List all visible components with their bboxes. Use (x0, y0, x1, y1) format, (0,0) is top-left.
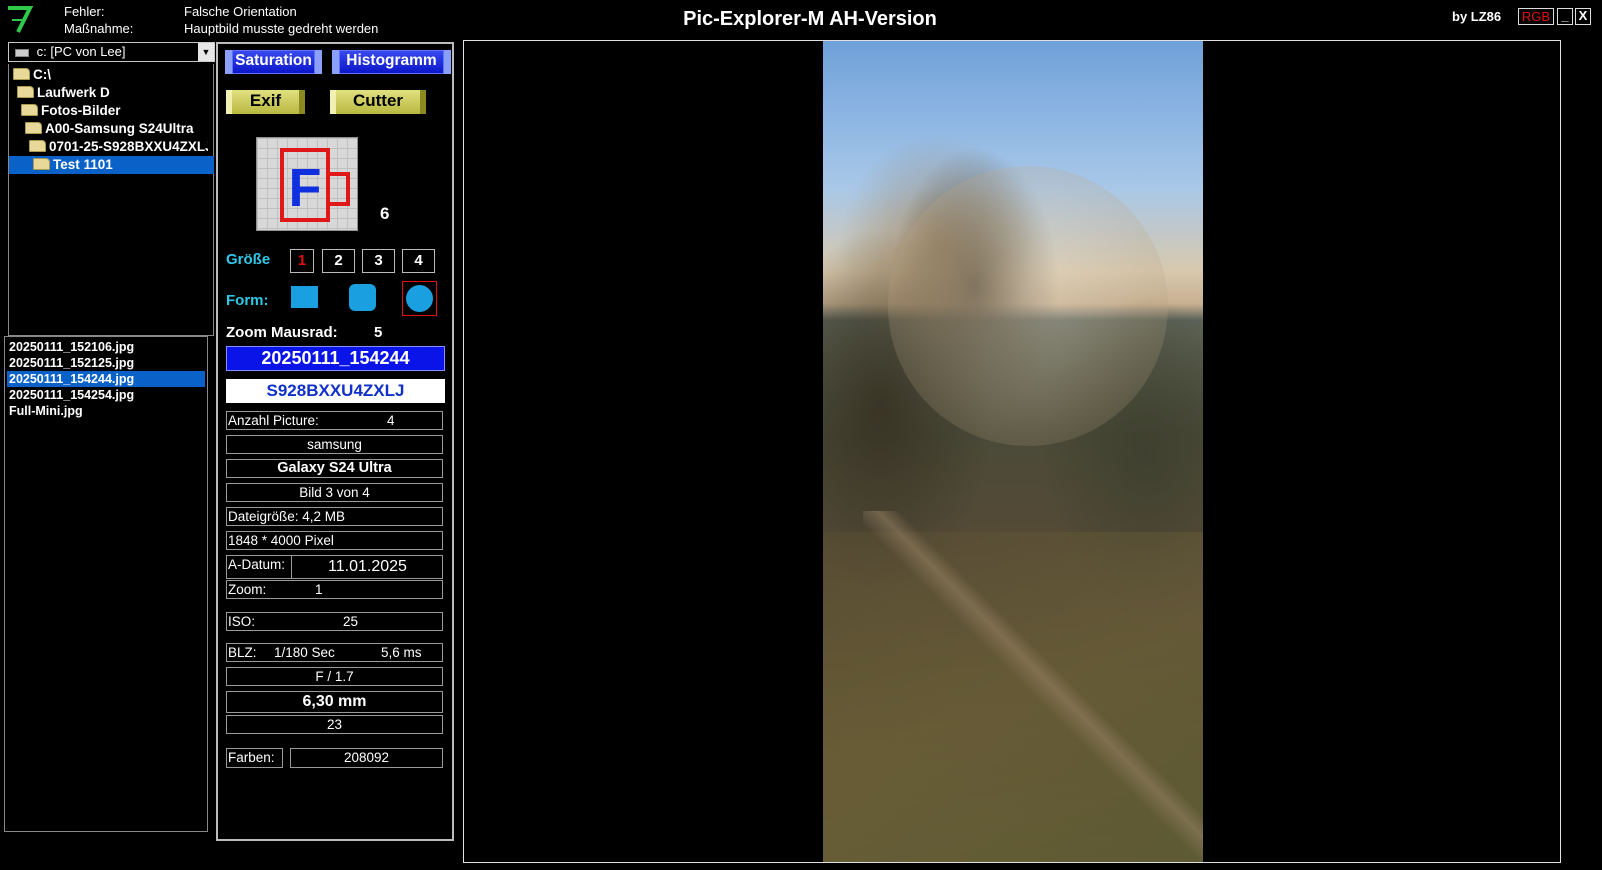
make-field: samsung (226, 435, 443, 454)
folder-item-selected[interactable]: Test 1101 (9, 156, 214, 174)
shape-square-option[interactable] (291, 286, 318, 308)
folder-icon (13, 68, 30, 80)
size-option-1[interactable]: 1 (290, 249, 314, 273)
farben-value: 208092 (290, 748, 443, 768)
adatum-label: A-Datum: (228, 557, 286, 572)
image-viewer[interactable] (463, 40, 1561, 863)
icon-count: 6 (380, 204, 390, 223)
folder-icon (33, 158, 50, 170)
folder-icon (29, 140, 46, 152)
drive-select-value: c: [PC von Lee] (36, 44, 126, 59)
error-label: Fehler: (64, 4, 105, 19)
zoom-mausrad-label: Zoom Mausrad: (226, 324, 338, 341)
blz-sec: 1/180 Sec (274, 645, 335, 660)
file-item[interactable]: 20250111_154254.jpg (7, 387, 205, 403)
file-item[interactable]: Full-Mini.jpg (7, 403, 205, 419)
rgb-button[interactable]: RGB (1518, 8, 1554, 25)
close-button[interactable]: X (1575, 8, 1591, 25)
anzahl-picture-field: Anzahl Picture: 4 (226, 411, 443, 430)
adatum-field: A-Datum: 11.01.2025 (226, 555, 443, 579)
histogramm-button[interactable]: Histogramm (332, 50, 451, 74)
minimize-button[interactable]: _ (1557, 8, 1573, 25)
blz-field: BLZ: 1/180 Sec 5,6 ms (226, 643, 443, 662)
folder-item[interactable]: A00-Samsung S24Ultra (25, 120, 208, 138)
file-item[interactable]: 20250111_152106.jpg (7, 339, 205, 355)
bild-field: Bild 3 von 4 (226, 483, 443, 502)
blz-label: BLZ: (228, 645, 257, 660)
iso-field: ISO: 25 (226, 612, 443, 631)
size-option-3[interactable]: 3 (362, 249, 395, 273)
groesse-label: Größe (226, 251, 271, 268)
iso-label: ISO: (228, 614, 256, 629)
blz-ms: 5,6 ms (381, 645, 422, 660)
iso-value: 25 (343, 614, 359, 629)
anzahl-label: Anzahl Picture: (228, 413, 319, 428)
folder-item[interactable]: Laufwerk D (17, 84, 208, 102)
magnifier-lens[interactable] (888, 166, 1168, 446)
shape-circle-option[interactable] (402, 281, 437, 316)
firmware-display: S928BXXU4ZXLJ (226, 379, 445, 403)
drive-icon (15, 48, 29, 57)
folder-icon (25, 122, 42, 134)
adatum-value: 11.01.2025 (291, 556, 443, 578)
zoom-label: Zoom: (228, 582, 267, 597)
drive-select[interactable]: c: [PC von Lee] ▼ (8, 42, 215, 62)
circle-shape-icon (406, 285, 433, 312)
folder-tree[interactable]: C:\ Laufwerk D Fotos-Bilder A00-Samsung … (8, 64, 214, 336)
file-list[interactable]: 20250111_152106.jpg 20250111_152125.jpg … (4, 336, 208, 832)
farben-label: Farben: (226, 748, 283, 768)
folder-item[interactable]: 0701-25-S928BXXU4ZXLJ (29, 138, 208, 156)
file-item-selected[interactable]: 20250111_154244.jpg (7, 371, 205, 387)
exif-button[interactable]: Exif (226, 90, 305, 114)
chevron-down-icon[interactable]: ▼ (198, 43, 214, 61)
zoom-field: Zoom: 1 (226, 580, 443, 599)
size-option-2[interactable]: 2 (322, 249, 355, 273)
form-label: Form: (226, 292, 269, 309)
pixel-field: 1848 * 4000 Pixel (226, 531, 443, 550)
focal-field: 6,30 mm (226, 691, 443, 713)
app-title: Pic-Explorer-M AH-Version (683, 8, 937, 30)
focal35-field: 23 (226, 715, 443, 734)
size-option-4[interactable]: 4 (402, 249, 435, 273)
error-value: Falsche Orientation (184, 4, 297, 19)
folder-icon (21, 104, 38, 116)
folder-item[interactable]: Fotos-Bilder (21, 102, 208, 120)
model-field: Galaxy S24 Ultra (226, 459, 443, 478)
app-logo: 7 (6, 4, 34, 34)
main-photo[interactable] (823, 41, 1203, 862)
icon-letter: F (289, 158, 322, 218)
cutter-button[interactable]: Cutter (330, 90, 426, 114)
fstop-field: F / 1.7 (226, 667, 443, 686)
zoom-mausrad-value: 5 (374, 324, 383, 341)
dateigroesse-field: Dateigröße: 4,2 MB (226, 507, 443, 526)
folder-item[interactable]: C:\ (13, 66, 208, 84)
saturation-button[interactable]: Saturation (225, 50, 322, 74)
photo-path (863, 511, 1203, 862)
anzahl-value: 4 (387, 413, 395, 428)
measure-value: Hauptbild musste gedreht werden (184, 21, 379, 36)
filename-display: 20250111_154244 (226, 346, 445, 371)
measure-label: Maßnahme: (64, 21, 134, 36)
author-label: by LZ86 (1452, 9, 1502, 24)
folder-icon (17, 86, 34, 98)
filter-preview-icon[interactable]: F (256, 137, 358, 231)
file-item[interactable]: 20250111_152125.jpg (7, 355, 205, 371)
shape-rounded-option[interactable] (349, 284, 376, 311)
zoom-value: 1 (315, 582, 323, 597)
